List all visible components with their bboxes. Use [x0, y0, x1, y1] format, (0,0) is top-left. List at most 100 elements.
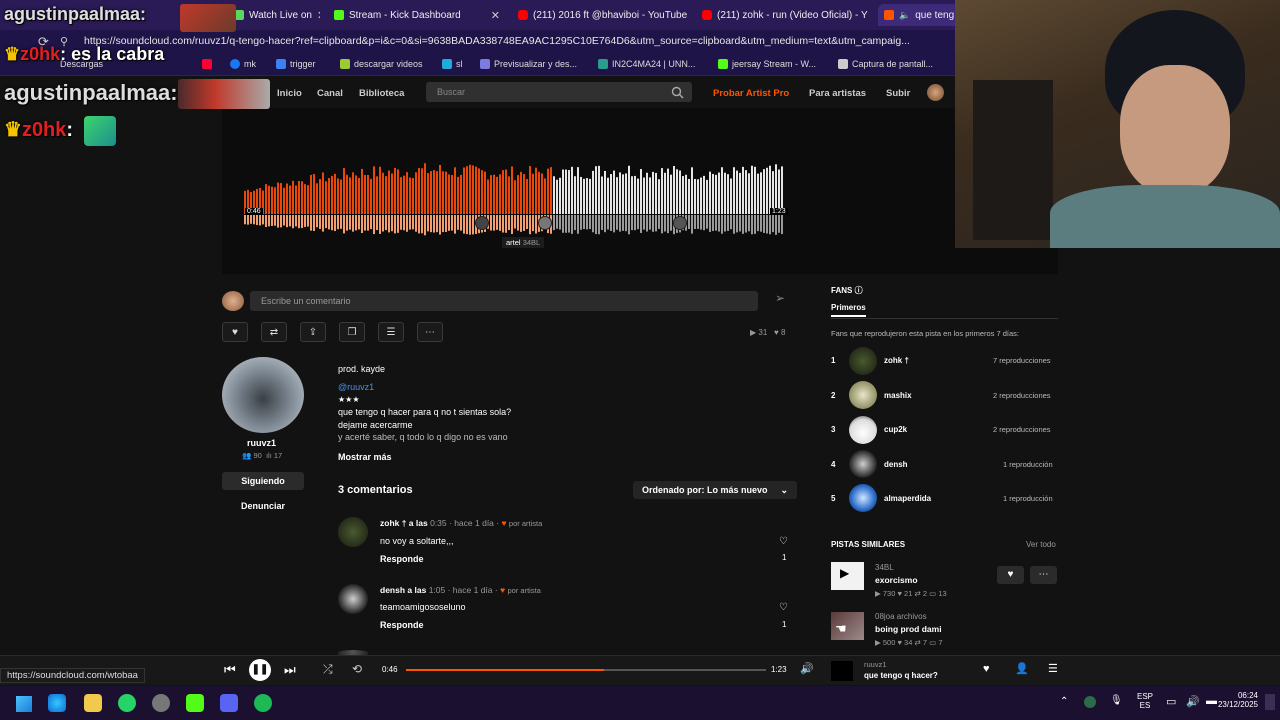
close-icon[interactable]: ✕: [491, 9, 500, 22]
nav-library[interactable]: Biblioteca: [359, 88, 404, 99]
show-more-button[interactable]: Mostrar más: [338, 452, 392, 462]
microphone-icon[interactable]: 🎙: [1110, 695, 1123, 706]
similar-track-title[interactable]: exorcismo: [875, 575, 918, 585]
share-button[interactable]: ⇪: [300, 322, 326, 342]
track-artwork[interactable]: ▶: [831, 562, 864, 590]
nav-feed[interactable]: Canal: [317, 88, 343, 99]
sort-dropdown[interactable]: Ordenado por: Lo más nuevo ⌄: [633, 481, 797, 499]
comment-timestamp[interactable]: 1:05: [429, 585, 446, 595]
comment-timestamp[interactable]: 0:35: [430, 518, 447, 528]
copy-link-button[interactable]: ❐: [339, 322, 365, 342]
reply-button[interactable]: Responde: [380, 620, 424, 630]
discord-icon[interactable]: [220, 694, 238, 712]
bookmark-item[interactable]: IN2C4MA24 | UNN...: [598, 59, 695, 69]
tab-soundcloud-active[interactable]: 🔈 que teng: [878, 4, 958, 26]
comment-like-icon[interactable]: ♡: [779, 536, 788, 547]
artist-name[interactable]: ruuvz1: [247, 438, 276, 448]
speaker-icon[interactable]: 🔈: [899, 10, 910, 21]
current-track-title[interactable]: que tengo q hacer?: [864, 671, 938, 680]
bookmark-item[interactable]: sl: [442, 59, 463, 69]
fan-avatar[interactable]: [849, 450, 877, 478]
volume-icon[interactable]: 🔊: [1186, 695, 1200, 708]
try-artist-pro-link[interactable]: Probar Artist Pro: [713, 88, 789, 99]
reply-button[interactable]: Responde: [380, 554, 424, 564]
fan-name[interactable]: mashix: [884, 391, 912, 400]
comment-user[interactable]: zohk † a las: [380, 518, 428, 528]
send-icon[interactable]: ➢: [766, 291, 794, 311]
url-field[interactable]: https://soundcloud.com/ruuvz1/q-tengo-ha…: [84, 35, 910, 47]
language-indicator[interactable]: ESP ES: [1137, 692, 1153, 710]
search-input[interactable]: Buscar: [426, 82, 692, 102]
similar-more-button[interactable]: ⋯: [1030, 566, 1057, 584]
current-track-artwork[interactable]: [831, 661, 853, 681]
fan-avatar[interactable]: [849, 484, 877, 512]
comment-marker-avatar[interactable]: [475, 216, 489, 230]
spotify-icon[interactable]: [254, 694, 272, 712]
bookmark-item[interactable]: [202, 59, 212, 69]
pause-button[interactable]: ❚❚: [249, 659, 271, 681]
queue-icon[interactable]: ☰: [1048, 662, 1058, 675]
previous-track-icon[interactable]: ⏮: [224, 662, 236, 678]
comment-input[interactable]: Escribe un comentario: [250, 291, 758, 311]
following-button[interactable]: Siguiendo: [222, 472, 304, 490]
file-explorer-icon[interactable]: [84, 694, 102, 712]
comment-marker-avatar[interactable]: [538, 216, 552, 230]
like-button[interactable]: ♥: [222, 322, 248, 342]
edge-browser-icon[interactable]: [48, 694, 66, 712]
repeat-icon[interactable]: ⟲: [352, 662, 362, 676]
bookmark-item[interactable]: descargar videos: [340, 59, 423, 69]
fan-name[interactable]: zohk †: [884, 356, 909, 365]
similar-track-artist[interactable]: 34BL: [875, 563, 894, 572]
upload-link[interactable]: Subir: [886, 88, 910, 99]
similar-track-artist[interactable]: 08joa archivos: [875, 612, 927, 621]
comment-avatar[interactable]: [338, 584, 368, 614]
network-icon[interactable]: ▭: [1166, 695, 1176, 708]
bookmark-item[interactable]: Captura de pantall...: [838, 59, 933, 69]
bookmark-item[interactable]: trigger: [276, 59, 316, 69]
fan-name[interactable]: almaperdida: [884, 494, 931, 503]
info-icon[interactable]: ⓘ: [855, 286, 863, 295]
comment-marker-avatar[interactable]: [673, 216, 687, 230]
volume-icon[interactable]: 🔊: [800, 662, 814, 675]
waveform[interactable]: [222, 108, 1058, 274]
tab-watch-live[interactable]: Watch Live on ✕: [228, 4, 320, 26]
fan-avatar[interactable]: [849, 416, 877, 444]
heart-icon[interactable]: ♥: [983, 663, 990, 675]
follow-user-icon[interactable]: 👤: [1015, 662, 1029, 675]
whatsapp-icon[interactable]: [118, 694, 136, 712]
play-icon[interactable]: ▶: [840, 566, 856, 582]
search-icon[interactable]: [671, 86, 684, 99]
bookmark-item[interactable]: jeersay Stream - W...: [718, 59, 816, 69]
tray-app-icon[interactable]: [1084, 696, 1096, 708]
repost-button[interactable]: ⇄: [261, 322, 287, 342]
comment-like-icon[interactable]: ♡: [779, 602, 788, 613]
current-track-artist[interactable]: ruuvz1: [864, 660, 887, 669]
artist-avatar[interactable]: [222, 357, 304, 433]
report-button[interactable]: Denunciar: [241, 501, 285, 511]
comment-avatar[interactable]: [338, 517, 368, 547]
similar-like-button[interactable]: ♥: [997, 566, 1024, 584]
fan-name[interactable]: cup2k: [884, 425, 907, 434]
next-track-icon[interactable]: ⏭: [284, 662, 296, 678]
clock[interactable]: 06:24 23/12/2025: [1210, 691, 1258, 709]
tab-youtube-run[interactable]: (211) zohk - run (Video Oficial) - Y ✕: [696, 4, 872, 26]
more-button[interactable]: ⋯: [417, 322, 443, 342]
kick-app-icon[interactable]: [186, 694, 204, 712]
progress-bar[interactable]: [406, 669, 766, 671]
windows-start-icon[interactable]: [16, 696, 32, 712]
notifications-icon[interactable]: [1265, 694, 1275, 710]
description-mention-link[interactable]: @ruuvz1: [338, 382, 374, 392]
see-all-link[interactable]: Ver todo: [1026, 540, 1056, 549]
fan-name[interactable]: densh: [884, 460, 908, 469]
fan-avatar[interactable]: [849, 347, 877, 375]
bookmark-item[interactable]: mk: [230, 59, 256, 69]
close-icon[interactable]: ✕: [317, 9, 320, 22]
similar-track-title[interactable]: boing prod dami: [875, 624, 942, 634]
tray-chevron-icon[interactable]: ⌃: [1060, 696, 1068, 707]
tab-youtube-2016[interactable]: (211) 2016 ft @bhaviboi - YouTube ✕: [512, 4, 692, 26]
for-artists-link[interactable]: Para artistas: [809, 88, 866, 99]
fan-avatar[interactable]: [849, 381, 877, 409]
add-to-playlist-button[interactable]: ☰: [378, 322, 404, 342]
bookmark-item[interactable]: Previsualizar y des...: [480, 59, 577, 69]
obs-icon[interactable]: [152, 694, 170, 712]
